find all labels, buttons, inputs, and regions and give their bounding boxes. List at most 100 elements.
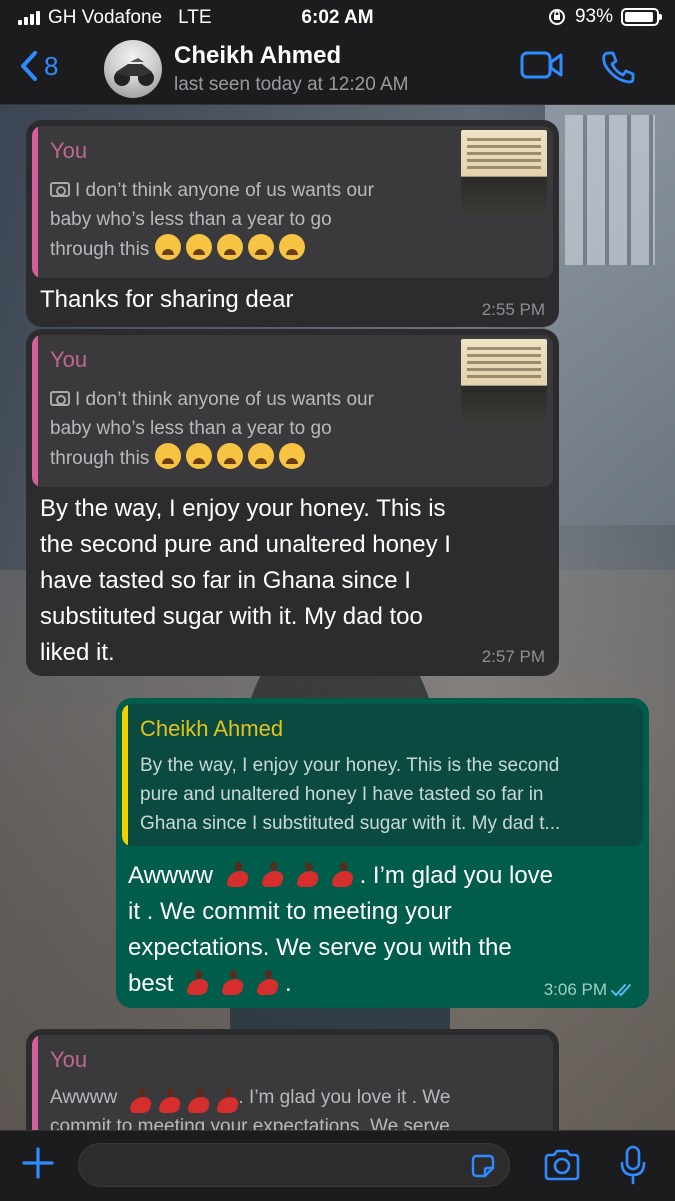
sticker-icon (471, 1154, 495, 1178)
message-time: 3:06 PM (543, 980, 607, 999)
text-line: the second pure and unaltered honey I (40, 531, 451, 558)
voice-message-button[interactable] (620, 1145, 646, 1190)
quoted-message[interactable]: You I don’t think anyone of us wants our… (32, 126, 553, 278)
message-text: By the way, I enjoy your honey. This is … (40, 491, 540, 671)
dancer-emoji (220, 861, 250, 889)
dancer-emoji (290, 861, 320, 889)
message-bubble[interactable]: You I don’t think anyone of us wants our… (26, 120, 559, 327)
weary-face-emoji (216, 234, 243, 260)
attach-button[interactable] (20, 1145, 56, 1186)
text-line: substituted sugar with it. My dad too (40, 603, 423, 630)
quote-line: pure and unaltered honey I have tasted s… (140, 784, 544, 805)
dancer-emoji (180, 969, 210, 997)
chat-area[interactable]: You I don’t think anyone of us wants our… (0, 105, 675, 1130)
weary-face-emoji (216, 443, 243, 469)
weary-face-emoji (247, 443, 274, 469)
dancer-emoji (215, 969, 245, 997)
avatar[interactable] (104, 40, 162, 98)
message-input-bar (0, 1130, 675, 1201)
message-time: 2:57 PM (481, 647, 545, 666)
text-line: . (285, 970, 292, 997)
text-line: . I’m glad you love (359, 862, 554, 889)
last-seen-status: last seen today at 12:20 AM (174, 74, 409, 95)
dancer-emoji (255, 861, 285, 889)
double-check-icon (611, 984, 631, 997)
weary-face-emoji (154, 443, 181, 469)
orientation-lock-icon (548, 9, 565, 25)
text-line: best (128, 970, 174, 997)
dancer-emoji (210, 1087, 234, 1109)
message-text: Thanks for sharing dear (40, 286, 294, 313)
microphone-icon (620, 1145, 646, 1185)
quote-thumbnail (461, 130, 547, 214)
camera-button[interactable] (542, 1149, 582, 1186)
dancer-emoji (181, 1087, 205, 1109)
message-bubble[interactable]: You I don’t think anyone of us wants our… (26, 329, 559, 676)
contact-name[interactable]: Cheikh Ahmed (174, 42, 341, 70)
quote-line: baby who’s less than a year to go (50, 209, 332, 230)
quoted-message[interactable]: You Awwww . I’m glad you love it . We co… (32, 1035, 553, 1130)
quoted-message[interactable]: You I don’t think anyone of us wants our… (32, 335, 553, 487)
quote-text: I don’t think anyone of us wants our bab… (50, 176, 470, 264)
dancer-emoji (123, 1087, 147, 1109)
quote-line: baby who’s less than a year to go (50, 418, 332, 439)
plus-icon (22, 1147, 54, 1179)
quote-line: . I’m glad you love it . We (238, 1087, 451, 1108)
camera-icon (50, 391, 70, 406)
quote-bar (32, 1035, 38, 1130)
quote-line: I don’t think anyone of us wants our (75, 180, 374, 201)
quote-thumbnail (461, 339, 547, 423)
motorcycle-avatar-image (114, 58, 154, 86)
status-bar: GH Vodafone LTE 6:02 AM 93% (0, 0, 675, 36)
sticker-button[interactable] (469, 1152, 497, 1185)
weary-face-emoji (154, 234, 181, 260)
weary-face-emoji (185, 443, 212, 469)
camera-icon (50, 182, 70, 197)
quote-line: through this (50, 239, 150, 260)
quoted-message[interactable]: Cheikh Ahmed By the way, I enjoy your ho… (122, 704, 643, 846)
back-button[interactable]: 8 (20, 50, 58, 82)
text-line: have tasted so far in Ghana since I (40, 567, 411, 594)
quote-line: I don’t think anyone of us wants our (75, 389, 374, 410)
quote-author: You (50, 1047, 88, 1072)
text-line: By the way, I enjoy your honey. This is (40, 495, 446, 522)
battery-icon (621, 8, 662, 26)
message-bubble[interactable]: You Awwww . I’m glad you love it . We co… (26, 1029, 559, 1130)
weary-face-emoji (247, 234, 274, 260)
dancer-emoji (152, 1087, 176, 1109)
weary-face-emoji (185, 234, 212, 260)
quote-author: You (50, 347, 88, 372)
unread-count: 8 (44, 50, 59, 81)
phone-call-icon (602, 51, 635, 84)
video-call-icon (520, 51, 563, 79)
message-time: 2:55 PM (481, 300, 545, 319)
quote-line: commit to meeting your expectations. We … (50, 1116, 450, 1130)
message-bubble-outgoing[interactable]: Cheikh Ahmed By the way, I enjoy your ho… (116, 698, 649, 1008)
battery-percent: 93% (574, 6, 613, 27)
emoji-row (154, 443, 310, 469)
text-line: Awwww (128, 862, 213, 889)
weary-face-emoji (278, 234, 305, 260)
text-line: expectations. We serve you with the (128, 934, 512, 961)
emoji-row (154, 234, 310, 260)
weary-face-emoji (278, 443, 305, 469)
camera-icon (544, 1149, 580, 1181)
wallpaper-windows (565, 115, 655, 265)
quote-author: You (50, 138, 88, 163)
voice-call-button[interactable] (600, 50, 636, 89)
video-call-button[interactable] (520, 50, 564, 85)
text-line: liked it. (40, 639, 115, 666)
dancer-emoji (250, 969, 280, 997)
chat-header: 8 Cheikh Ahmed last seen today at 12:20 … (0, 36, 675, 105)
dancer-emoji (325, 861, 355, 889)
quote-line: Ghana since I substituted sugar with it.… (140, 813, 561, 834)
quote-text: By the way, I enjoy your honey. This is … (140, 751, 640, 838)
quote-line: Awwww (50, 1087, 118, 1108)
quote-line: through this (50, 448, 150, 469)
text-line: it . We commit to meeting your (128, 898, 452, 925)
quote-author: Cheikh Ahmed (140, 716, 284, 741)
quote-text: Awwww . I’m glad you love it . We commit… (50, 1083, 550, 1130)
message-input[interactable] (78, 1143, 510, 1187)
quote-text: I don’t think anyone of us wants our bab… (50, 385, 470, 473)
quote-bar (32, 126, 38, 278)
